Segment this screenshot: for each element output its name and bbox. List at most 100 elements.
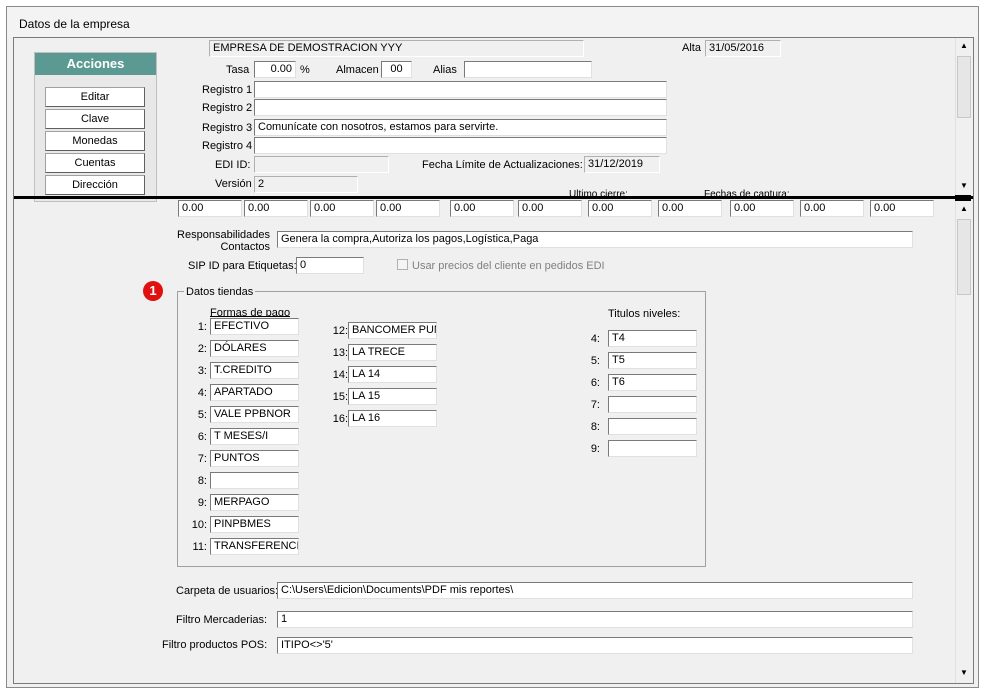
- forma-pago-input[interactable]: EFECTIVO: [210, 318, 299, 335]
- almacen-label: Almacen: [336, 64, 379, 76]
- forma-pago-input[interactable]: PINPBMES: [210, 516, 299, 533]
- pane-splitter[interactable]: [14, 196, 973, 199]
- almacen-input[interactable]: 00: [381, 61, 412, 78]
- forma-pago-number: 2:: [197, 343, 207, 355]
- edi-field: [254, 156, 389, 173]
- titulo-nivel-number: 5:: [590, 355, 600, 367]
- acciones-title: Acciones: [35, 53, 156, 75]
- title-bar: Datos de la empresa: [7, 7, 978, 37]
- filtro-pos-input[interactable]: ITIPO<>'5': [277, 637, 913, 654]
- filtro-mercaderias-input[interactable]: 1: [277, 611, 913, 628]
- forma-pago-input[interactable]: [210, 472, 299, 489]
- forma-pago-input[interactable]: BANCOMER PUN: [348, 322, 437, 339]
- alta-label: Alta: [682, 42, 701, 54]
- forma-pago-input[interactable]: MERPAGO: [210, 494, 299, 511]
- filtro-pos-label: Filtro productos POS:: [162, 639, 268, 651]
- forma-pago-number: 4:: [197, 387, 207, 399]
- amount-field[interactable]: 0.00: [658, 200, 722, 217]
- forma-pago-input[interactable]: LA TRECE: [348, 344, 437, 361]
- editar-button[interactable]: Editar: [45, 87, 145, 107]
- window-title: Datos de la empresa: [19, 17, 130, 31]
- scroll-down-icon[interactable]: ▼: [956, 665, 972, 681]
- filtro-mercaderias-label: Filtro Mercaderias:: [176, 614, 268, 626]
- cuentas-button[interactable]: Cuentas: [45, 153, 145, 173]
- forma-pago-number: 13:: [332, 347, 348, 359]
- titulo-nivel-input[interactable]: [608, 396, 697, 413]
- edi-label: EDI ID:: [215, 159, 251, 171]
- carpeta-label: Carpeta de usuarios:: [176, 585, 279, 597]
- scroll-thumb[interactable]: [957, 56, 971, 118]
- titulo-nivel-input[interactable]: [608, 440, 697, 457]
- amount-field[interactable]: 0.00: [244, 200, 308, 217]
- titulo-nivel-input[interactable]: T6: [608, 374, 697, 391]
- bottom-scrollbar[interactable]: ▲ ▼: [955, 201, 972, 683]
- forma-pago-input[interactable]: LA 15: [348, 388, 437, 405]
- amount-field[interactable]: 0.00: [730, 200, 794, 217]
- monedas-button[interactable]: Monedas: [45, 131, 145, 151]
- registro2-label: Registro 2: [202, 102, 253, 114]
- titulos-niveles-label: Titulos niveles:: [608, 308, 681, 320]
- forma-pago-number: 9:: [197, 497, 207, 509]
- amount-field[interactable]: 0.00: [310, 200, 374, 217]
- titulo-nivel-input[interactable]: T4: [608, 330, 697, 347]
- datos-tiendas-title: Datos tiendas: [184, 286, 256, 298]
- amount-field[interactable]: 0.00: [450, 200, 514, 217]
- carpeta-input[interactable]: C:\Users\Edicion\Documents\PDF mis repor…: [277, 582, 913, 599]
- amount-field[interactable]: 0.00: [800, 200, 864, 217]
- clave-button[interactable]: Clave: [45, 109, 145, 129]
- registro4-input[interactable]: [254, 137, 667, 154]
- forma-pago-input[interactable]: DÓLARES: [210, 340, 299, 357]
- forma-pago-input[interactable]: T.CREDITO: [210, 362, 299, 379]
- amount-field[interactable]: 0.00: [518, 200, 582, 217]
- tasa-input[interactable]: 0.00: [254, 61, 296, 78]
- forma-pago-input[interactable]: VALE PPBNOR: [210, 406, 299, 423]
- registro3-input[interactable]: Comunícate con nosotros, estamos para se…: [254, 119, 667, 136]
- scroll-up-icon[interactable]: ▲: [956, 201, 972, 217]
- registro4-label: Registro 4: [202, 140, 253, 152]
- registro2-input[interactable]: [254, 99, 667, 116]
- sip-input[interactable]: 0: [296, 257, 364, 274]
- titulo-nivel-number: 6:: [590, 377, 600, 389]
- titulo-nivel-number: 8:: [590, 421, 600, 433]
- check-icon[interactable]: [397, 259, 408, 270]
- titulo-nivel-input[interactable]: [608, 418, 697, 435]
- scroll-up-icon[interactable]: ▲: [956, 38, 972, 54]
- tasa-label: Tasa: [226, 64, 250, 76]
- formas-pago-label: Formas de pago: [210, 307, 291, 317]
- scroll-thumb[interactable]: [957, 219, 971, 295]
- forma-pago-input[interactable]: TRANSFERENCI: [210, 538, 299, 555]
- forma-pago-input[interactable]: APARTADO: [210, 384, 299, 401]
- forma-pago-number: 14:: [332, 369, 348, 381]
- amount-field[interactable]: 0.00: [376, 200, 440, 217]
- forma-pago-number: 1:: [197, 321, 207, 333]
- percent-label: %: [300, 64, 310, 76]
- alias-input[interactable]: [464, 61, 592, 78]
- forma-pago-input[interactable]: T MESES/I: [210, 428, 299, 445]
- forma-pago-input[interactable]: LA 14: [348, 366, 437, 383]
- sip-label: SIP ID para Etiquetas:: [188, 260, 297, 272]
- version-field: 2: [254, 176, 358, 193]
- forma-pago-number: 8:: [197, 475, 207, 487]
- forma-pago-number: 12:: [332, 325, 348, 337]
- titulo-nivel-number: 4:: [590, 333, 600, 345]
- titulo-nivel-number: 9:: [590, 443, 600, 455]
- amount-field[interactable]: 0.00: [870, 200, 934, 217]
- titulo-nivel-input[interactable]: T5: [608, 352, 697, 369]
- titulo-nivel-number: 7:: [590, 399, 600, 411]
- registro1-label: Registro 1: [202, 84, 253, 96]
- amount-field[interactable]: 0.00: [588, 200, 652, 217]
- responsabilidades-input[interactable]: Genera la compra,Autoriza los pagos,Logí…: [277, 231, 913, 248]
- forma-pago-number: 11:: [192, 541, 207, 553]
- registro1-input[interactable]: [254, 81, 667, 98]
- acciones-panel: Acciones Editar Clave Monedas Cuentas Di…: [34, 52, 157, 202]
- forma-pago-number: 16:: [332, 413, 348, 425]
- forma-pago-input[interactable]: PUNTOS: [210, 450, 299, 467]
- top-scrollbar[interactable]: ▲ ▼: [955, 38, 972, 195]
- amount-field[interactable]: 0.00: [178, 200, 242, 217]
- scroll-down-icon[interactable]: ▼: [956, 178, 972, 194]
- forma-pago-number: 6:: [197, 431, 207, 443]
- direccion-button[interactable]: Dirección: [45, 175, 145, 195]
- forma-pago-input[interactable]: LA 16: [348, 410, 437, 427]
- alias-label: Alias: [433, 64, 457, 76]
- usar-precios-label: Usar precios del cliente en pedidos EDI: [412, 260, 605, 272]
